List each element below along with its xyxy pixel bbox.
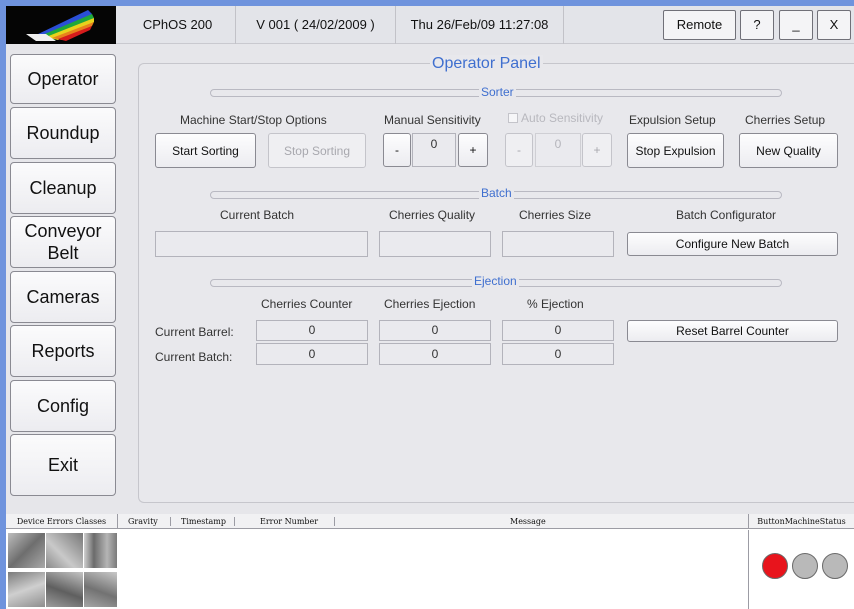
- sidebar-item-reports[interactable]: Reports: [10, 325, 116, 377]
- ejection-title: Ejection: [472, 274, 519, 288]
- auto-sensitivity-checkbox[interactable]: [508, 113, 518, 123]
- batch-configurator-label: Batch Configurator: [676, 208, 777, 222]
- auto-sensitivity-option[interactable]: Auto Sensitivity: [508, 111, 603, 125]
- current-batch-label: Current Batch: [220, 208, 295, 222]
- sidebar-item-roundup[interactable]: Roundup: [10, 107, 116, 159]
- sidebar-item-operator[interactable]: Operator: [10, 54, 116, 104]
- sidebar-item-config[interactable]: Config: [10, 380, 116, 432]
- device-error-thumbnail[interactable]: [84, 572, 117, 607]
- sidebar-item-cameras[interactable]: Cameras: [10, 271, 116, 323]
- current-barrel-label: Current Barrel:: [155, 325, 234, 339]
- cherries-quality-field[interactable]: [379, 231, 491, 257]
- cherries-ejection-label: Cherries Ejection: [384, 297, 476, 311]
- barrel-percent-field: 0: [502, 320, 614, 341]
- sidebar-item-conveyor-belt[interactable]: Conveyor Belt: [10, 216, 116, 268]
- manual-sensitivity-decrease[interactable]: -: [383, 133, 411, 167]
- app-name: CPhOS 200: [120, 6, 236, 44]
- panel-title: Operator Panel: [430, 55, 543, 73]
- auto-sensitivity-increase[interactable]: +: [582, 133, 612, 167]
- barrel-counter-field: 0: [256, 320, 368, 341]
- minimize-button[interactable]: _: [779, 10, 813, 40]
- reset-barrel-counter-button[interactable]: Reset Barrel Counter: [627, 320, 838, 342]
- configure-new-batch-button[interactable]: Configure New Batch: [627, 232, 838, 256]
- cherries-setup-label: Cherries Setup: [745, 113, 826, 127]
- cherries-quality-label: Cherries Quality: [389, 208, 476, 222]
- column-message[interactable]: Message: [510, 514, 546, 529]
- machine-options-label: Machine Start/Stop Options: [180, 113, 327, 127]
- batch-percent-field: 0: [502, 343, 614, 365]
- datetime-label: Thu 26/Feb/09 11:27:08: [396, 6, 564, 44]
- batch-ejection-field: 0: [379, 343, 491, 365]
- stop-sorting-button[interactable]: Stop Sorting: [268, 133, 366, 168]
- status-light-gray: [822, 553, 848, 579]
- error-table-header: Gravity Timestamp Error Number Message: [118, 514, 748, 529]
- manual-sensitivity-label: Manual Sensitivity: [384, 113, 481, 127]
- app-logo: [6, 6, 116, 44]
- status-light-red: [762, 553, 788, 579]
- column-divider: [334, 517, 335, 526]
- auto-sensitivity-decrease[interactable]: -: [505, 133, 533, 167]
- version-label: V 001 ( 24/02/2009 ): [236, 6, 396, 44]
- cherries-size-label: Cherries Size: [519, 208, 592, 222]
- device-error-thumbnail[interactable]: [8, 533, 45, 568]
- manual-sensitivity-value[interactable]: 0: [412, 133, 456, 167]
- status-light-gray: [792, 553, 818, 579]
- column-error-number[interactable]: Error Number: [260, 514, 318, 529]
- close-button[interactable]: X: [817, 10, 851, 40]
- barrel-ejection-field: 0: [379, 320, 491, 341]
- sorter-title: Sorter: [479, 85, 516, 99]
- device-error-thumbnail[interactable]: [46, 572, 83, 607]
- stop-expulsion-button[interactable]: Stop Expulsion: [627, 133, 724, 168]
- device-errors-header: Device Errors Classes: [6, 514, 118, 529]
- start-sorting-button[interactable]: Start Sorting: [155, 133, 256, 168]
- new-quality-button[interactable]: New Quality: [739, 133, 838, 168]
- column-divider: [170, 517, 171, 526]
- device-error-thumbnail[interactable]: [84, 533, 117, 568]
- sidebar-item-exit[interactable]: Exit: [10, 434, 116, 496]
- sidebar-item-cleanup[interactable]: Cleanup: [10, 162, 116, 214]
- current-batch-row-label: Current Batch:: [155, 350, 233, 364]
- batch-counter-field: 0: [256, 343, 368, 365]
- auto-sensitivity-label: Auto Sensitivity: [521, 111, 604, 125]
- device-error-thumbnail[interactable]: [8, 572, 45, 607]
- device-error-thumbnail[interactable]: [46, 533, 83, 568]
- batch-title: Batch: [479, 186, 514, 200]
- sidebar: Operator Roundup Cleanup Conveyor Belt C…: [6, 50, 116, 500]
- manual-sensitivity-increase[interactable]: +: [458, 133, 488, 167]
- machine-status-header: ButtonMachineStatus: [748, 514, 854, 529]
- percent-ejection-label: % Ejection: [527, 297, 584, 311]
- cherries-size-field[interactable]: [502, 231, 614, 257]
- current-batch-field[interactable]: [155, 231, 368, 257]
- column-gravity[interactable]: Gravity: [128, 514, 158, 529]
- column-divider: [234, 517, 235, 526]
- remote-button[interactable]: Remote: [663, 10, 736, 40]
- expulsion-setup-label: Expulsion Setup: [629, 113, 716, 127]
- cherries-counter-label: Cherries Counter: [261, 297, 353, 311]
- machine-status-panel: [748, 530, 854, 609]
- help-button[interactable]: ?: [740, 10, 774, 40]
- column-timestamp[interactable]: Timestamp: [181, 514, 226, 529]
- auto-sensitivity-value[interactable]: 0: [535, 133, 581, 167]
